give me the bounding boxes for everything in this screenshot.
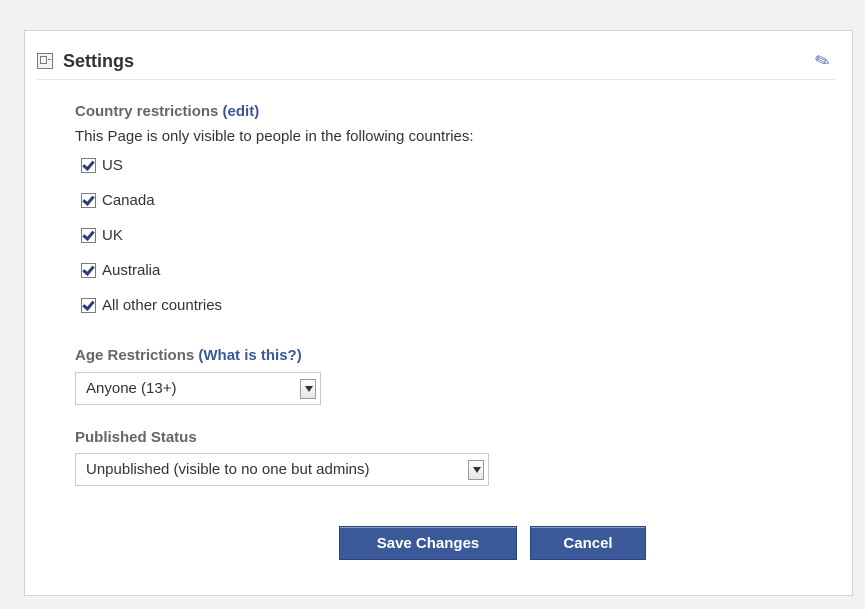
country-label-uk: UK — [102, 227, 123, 244]
what-is-this-link[interactable]: (What is this?) — [198, 347, 301, 364]
checkbox-australia[interactable] — [81, 263, 96, 278]
country-label-canada: Canada — [102, 192, 155, 209]
edit-countries-link[interactable]: (edit) — [223, 103, 260, 120]
country-restrictions-label: Country restrictions (edit) — [75, 103, 259, 120]
chevron-down-icon[interactable] — [468, 459, 484, 480]
country-label-us: US — [102, 157, 123, 174]
country-option-canada[interactable]: Canada — [81, 183, 222, 218]
save-changes-button[interactable]: Save Changes — [339, 526, 517, 560]
page-title: Settings — [63, 50, 135, 71]
country-option-australia[interactable]: Australia — [81, 253, 222, 288]
published-status-label: Published Status — [75, 429, 197, 446]
published-status-select[interactable]: Unpublished (visible to no one but admin… — [75, 453, 489, 486]
panel-header: Settings ✎ — [37, 43, 836, 80]
country-label-other: All other countries — [102, 297, 223, 314]
country-description: This Page is only visible to people in t… — [75, 128, 474, 145]
checkbox-canada[interactable] — [81, 193, 96, 208]
age-restriction-select[interactable]: Anyone (13+) — [75, 372, 321, 405]
country-restrictions-text: Country restrictions — [75, 103, 219, 120]
cancel-button[interactable]: Cancel — [530, 526, 646, 560]
checkbox-uk[interactable] — [81, 228, 96, 243]
age-restrictions-text: Age Restrictions — [75, 347, 195, 364]
country-option-uk[interactable]: UK — [81, 218, 222, 253]
checkbox-other[interactable] — [81, 298, 96, 313]
country-option-us[interactable]: US — [81, 148, 222, 183]
settings-icon — [37, 53, 53, 69]
age-restriction-value: Anyone (13+) — [86, 380, 177, 397]
country-option-other[interactable]: All other countries — [81, 288, 222, 323]
settings-panel: Settings ✎ Country restrictions (edit) T… — [24, 30, 853, 596]
country-label-australia: Australia — [102, 262, 161, 279]
country-list: US Canada UK Australia All other countri… — [81, 148, 222, 323]
pencil-icon[interactable]: ✎ — [812, 49, 833, 73]
published-status-value: Unpublished (visible to no one but admin… — [86, 461, 370, 478]
checkbox-us[interactable] — [81, 158, 96, 173]
chevron-down-icon[interactable] — [300, 378, 316, 399]
age-restrictions-label: Age Restrictions (What is this?) — [75, 347, 302, 364]
